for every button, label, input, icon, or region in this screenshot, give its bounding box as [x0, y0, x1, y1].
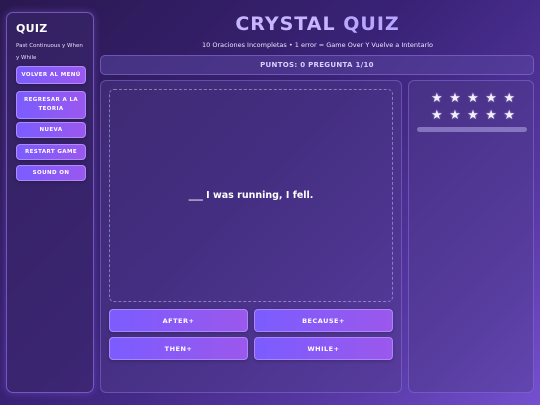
score-bar: PUNTOS: 0 PREGUNTA 1/10: [100, 55, 534, 75]
page-title: CRYSTAL QUIZ: [100, 13, 535, 35]
stars-row: ★ ★ ★ ★ ★: [431, 107, 515, 124]
new-button[interactable]: NUEVA: [16, 122, 86, 138]
option-while-button[interactable]: WHILE+: [254, 337, 393, 360]
back-to-menu-button[interactable]: VOLVER AL MENÚ: [16, 66, 86, 84]
star-icon: ★: [431, 91, 443, 106]
sidebar-title: QUIZ: [16, 22, 48, 35]
option-then-button[interactable]: THEN+: [109, 337, 248, 360]
page-subtitle: 10 Oraciones Incompletas • 1 error = Gam…: [201, 41, 434, 49]
star-icon: ★: [503, 108, 515, 123]
title-part1: CRYSTAL: [235, 13, 336, 35]
restart-game-button[interactable]: RESTART GAME: [16, 144, 86, 160]
star-icon: ★: [449, 91, 461, 106]
star-icon: ★: [485, 108, 497, 123]
stars-grid: ★ ★ ★ ★ ★ ★ ★ ★ ★ ★: [431, 90, 515, 124]
sidebar-subtitle: Past Continuous y When y While: [16, 43, 83, 61]
lives-panel: ★ ★ ★ ★ ★ ★ ★ ★ ★ ★: [408, 80, 534, 393]
progress-bar: [417, 127, 527, 132]
option-after-button[interactable]: AFTER+: [109, 309, 248, 332]
question-area: ___ I was running, I fell.: [109, 89, 393, 302]
star-icon: ★: [485, 91, 497, 106]
star-icon: ★: [467, 108, 479, 123]
star-icon: ★: [467, 91, 479, 106]
star-icon: ★: [449, 108, 461, 123]
question-panel: ___ I was running, I fell. AFTER+ BECAUS…: [100, 80, 402, 393]
question-text: ___ I was running, I fell.: [188, 190, 314, 201]
stars-row: ★ ★ ★ ★ ★: [431, 90, 515, 107]
option-because-button[interactable]: BECAUSE+: [254, 309, 393, 332]
star-icon: ★: [431, 108, 443, 123]
sidebar: QUIZ Past Continuous y When y While VOLV…: [6, 12, 94, 393]
star-icon: ★: [503, 91, 515, 106]
back-to-theory-button[interactable]: REGRESAR A LA TEORIA: [16, 91, 86, 119]
title-part2: QUIZ: [343, 13, 400, 35]
sound-toggle-button[interactable]: SOUND ON: [16, 165, 86, 181]
score-text: PUNTOS: 0 PREGUNTA 1/10: [260, 61, 374, 69]
